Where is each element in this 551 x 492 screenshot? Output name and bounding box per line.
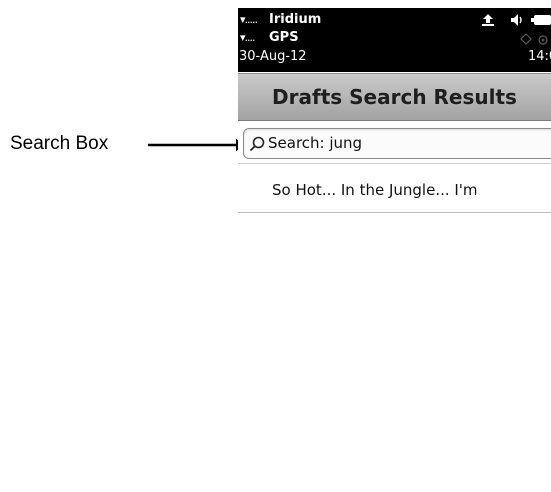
search-box[interactable]: Search: jung [243,128,551,159]
status-time: 14:0 [528,49,551,64]
figure: Search Box ▾..... Iridium ▾.... GPS 30-A… [0,0,551,492]
status-bar: ▾..... Iridium ▾.... GPS 30-Aug-12 14:0 [238,8,551,72]
speaker-icon [511,14,522,26]
upload-icon [482,14,494,26]
battery-icon [531,15,551,25]
page-title: Drafts Search Results [272,85,517,109]
search-input[interactable]: Search: jung [268,129,362,158]
status-date: 30-Aug-12 [239,49,307,64]
annotation-arrow [148,139,248,151]
gps-name: GPS [269,30,299,45]
list-item-label: So Hot... In the Jungle... I'm [272,181,478,199]
device-screen: ▾..... Iridium ▾.... GPS 30-Aug-12 14:0 [238,0,551,492]
annotation-label: Search Box [10,133,109,154]
title-bar: Drafts Search Results [238,73,551,121]
gps-signal-icon: ▾.... [240,31,255,44]
divider [238,163,551,164]
network-name: Iridium [269,12,322,27]
network-signal-icon: ▾..... [240,13,258,26]
search-icon [249,136,265,152]
gps-fix-icon [520,33,548,45]
list-item[interactable]: So Hot... In the Jungle... I'm [238,172,551,213]
